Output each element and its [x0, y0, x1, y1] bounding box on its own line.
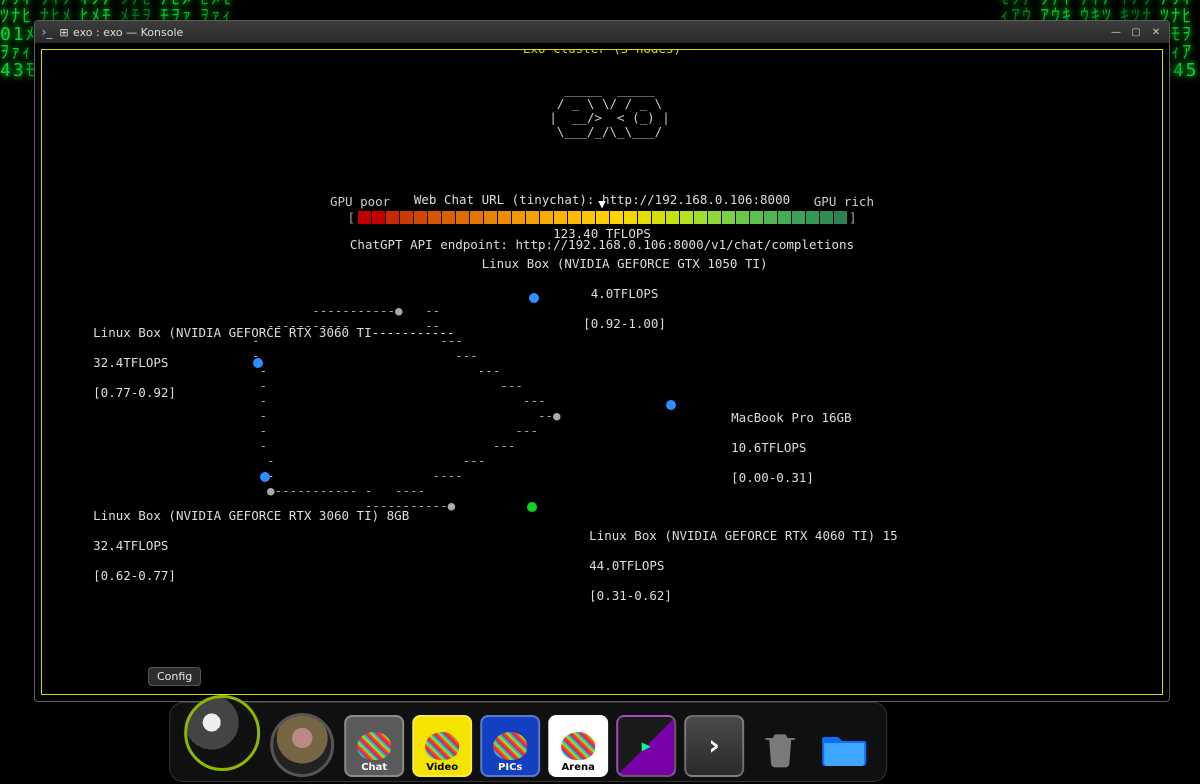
node-top-range: [0.92-1.00]	[583, 316, 666, 331]
node-dot-top	[529, 293, 539, 303]
window-title: exo : exo — Konsole	[73, 26, 1109, 39]
brain-icon	[357, 732, 391, 760]
frame-title: Exo Cluster (5 nodes)	[509, 49, 694, 56]
gpu-poor-label: GPU poor	[330, 194, 600, 209]
dock-avatar-user[interactable]	[270, 713, 334, 777]
node-bottom: Linux Box (NVIDIA GEFORCE RTX 4060 TI) 1…	[544, 513, 898, 618]
brain-icon	[493, 732, 527, 760]
node-bottom-tflops: 44.0TFLOPS	[589, 558, 664, 573]
app-icon: ⊞	[57, 26, 71, 39]
exo-ascii-logo: _____ _____ / _ \ \/ / _ \ | __/> < (_) …	[534, 83, 669, 139]
prompt-icon: ›_	[39, 25, 55, 39]
node-right: MacBook Pro 16GB 10.6TFLOPS [0.00-0.31]	[686, 395, 852, 500]
terminal-body[interactable]: Exo Cluster (5 nodes) _____ _____ / _ \ …	[41, 49, 1163, 695]
node-dot-right	[666, 400, 676, 410]
node-bottom-range: [0.31-0.62]	[589, 588, 672, 603]
dock-app-chat[interactable]: Chat	[344, 715, 404, 777]
brain-icon	[561, 732, 595, 760]
gpu-meter: [	[42, 210, 1162, 225]
maximize-button[interactable]: ▢	[1129, 25, 1143, 39]
node-top-title: Linux Box (NVIDIA GEFORCE GTX 1050 TI)	[482, 256, 768, 271]
window-titlebar[interactable]: ›_ ⊞ exo : exo — Konsole — ▢ ✕	[35, 21, 1169, 43]
terminal-window: ›_ ⊞ exo : exo — Konsole — ▢ ✕ Exo Clust…	[34, 20, 1170, 702]
dock-app-video-label: Video	[426, 762, 458, 773]
node-bottom-title: Linux Box (NVIDIA GEFORCE RTX 4060 TI) 1…	[589, 528, 898, 543]
brain-icon	[425, 732, 459, 760]
dock-app-arena-label: Arena	[562, 762, 595, 773]
node-right-range: [0.00-0.31]	[731, 470, 814, 485]
dock-app-system-settings[interactable]	[616, 715, 676, 777]
node-left-upper: Linux Box (NVIDIA GEFORCE RTX 3060 TI---…	[48, 310, 454, 415]
minimize-button[interactable]: —	[1109, 25, 1123, 39]
node-right-title: MacBook Pro 16GB	[731, 410, 851, 425]
node-left-upper-range: [0.77-0.92]	[93, 385, 176, 400]
node-left-lower-tflops: 32.4TFLOPS	[93, 538, 168, 553]
dock-folder[interactable]	[816, 721, 872, 777]
gpu-rich-label: GPU rich	[604, 194, 874, 209]
dock-avatar-robot[interactable]	[184, 695, 260, 771]
node-dot-bottom	[527, 502, 537, 512]
total-tflops: 123.40 TFLOPS	[42, 226, 1162, 241]
node-left-upper-tflops: 32.4TFLOPS	[93, 355, 168, 370]
dock-trash[interactable]	[752, 721, 808, 777]
close-button[interactable]: ✕	[1149, 25, 1163, 39]
dock-app-pics[interactable]: PICs	[480, 715, 540, 777]
config-button[interactable]: Config	[148, 667, 201, 686]
node-left-lower-range: [0.62-0.77]	[93, 568, 176, 583]
dock-app-pics-label: PICs	[498, 762, 522, 773]
dock-app-arena[interactable]: Arena	[548, 715, 608, 777]
node-top-tflops: 4.0TFLOPS	[591, 286, 659, 301]
dock-app-video[interactable]: Video	[412, 715, 472, 777]
node-left-lower-title: Linux Box (NVIDIA GEFORCE RTX 3060 TI) 8…	[93, 508, 409, 523]
node-dot-left-lower	[260, 472, 270, 482]
gpu-scale-row: GPU poor GPU rich	[42, 194, 1162, 209]
dock-app-chat-label: Chat	[361, 762, 387, 773]
node-right-tflops: 10.6TFLOPS	[731, 440, 806, 455]
dock-app-konsole[interactable]	[684, 715, 744, 777]
node-left-lower: Linux Box (NVIDIA GEFORCE RTX 3060 TI) 8…	[48, 493, 409, 598]
node-left-upper-title: Linux Box (NVIDIA GEFORCE RTX 3060 TI---…	[93, 325, 454, 340]
dock: Chat Video PICs Arena	[169, 702, 887, 782]
